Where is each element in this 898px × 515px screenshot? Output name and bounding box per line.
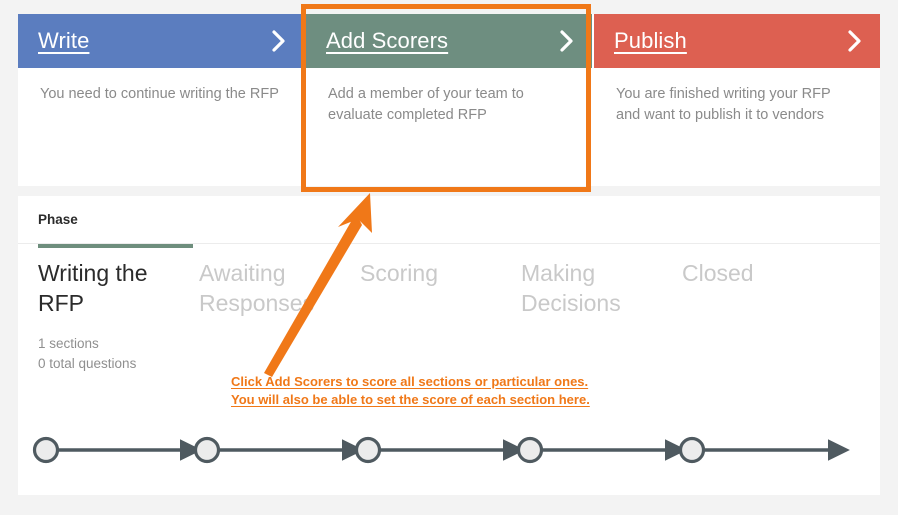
phase-tab-label: Writing the RFP	[38, 260, 148, 316]
card-title-add-scorers[interactable]: Add Scorers	[326, 28, 448, 54]
progress-node[interactable]	[516, 436, 544, 464]
action-card-write[interactable]: Write You need to continue writing the R…	[18, 14, 304, 186]
card-header-write[interactable]: Write	[18, 14, 304, 68]
card-title-write[interactable]: Write	[38, 28, 89, 54]
phase-tabs: Writing the RFP 1 sections 0 total quest…	[18, 244, 880, 374]
card-description-publish: You are finished writing your RFP and wa…	[616, 86, 831, 123]
phase-sections-count: 1 sections	[38, 336, 99, 351]
annotation-line-2: You will also be able to set the score o…	[231, 392, 590, 407]
phase-questions-count: 0 total questions	[38, 356, 137, 371]
action-card-add-scorers[interactable]: Add Scorers Add a member of your team to…	[306, 14, 592, 186]
progress-node[interactable]	[32, 436, 60, 464]
annotation-line-1: Click Add Scorers to score all sections …	[231, 374, 589, 389]
chevron-right-icon	[272, 30, 286, 52]
action-cards-strip: Write You need to continue writing the R…	[18, 14, 880, 186]
card-description-add-scorers: Add a member of your team to evaluate co…	[328, 86, 524, 123]
tab-underline	[521, 244, 676, 248]
phase-tab-meta: 1 sections 0 total questions	[38, 334, 199, 374]
phase-label: Phase	[38, 212, 78, 227]
action-card-publish[interactable]: Publish You are finished writing your RF…	[594, 14, 880, 186]
annotation-callout: Click Add Scorers to score all sections …	[231, 373, 631, 409]
card-description-write: You need to continue writing the RFP	[40, 86, 279, 102]
card-header-add-scorers[interactable]: Add Scorers	[306, 14, 592, 68]
card-header-publish[interactable]: Publish	[594, 14, 880, 68]
phase-tab-writing-the-rfp[interactable]: Writing the RFP 1 sections 0 total quest…	[38, 244, 199, 374]
phase-panel: Phase Writing the RFP 1 sections 0 total…	[18, 196, 880, 495]
progress-node[interactable]	[354, 436, 382, 464]
phase-tab-label: Closed	[682, 260, 754, 286]
phase-tab-closed[interactable]: Closed	[682, 244, 843, 374]
progress-node[interactable]	[193, 436, 221, 464]
chevron-right-icon	[848, 30, 862, 52]
phase-tab-label: Making Decisions	[521, 260, 621, 316]
tab-underline	[682, 244, 837, 248]
phase-tab-label: Scoring	[360, 260, 438, 286]
chevron-right-icon	[560, 30, 574, 52]
active-tab-underline	[38, 244, 193, 248]
progress-node[interactable]	[678, 436, 706, 464]
card-title-publish[interactable]: Publish	[614, 28, 687, 54]
phase-tab-scoring[interactable]: Scoring	[360, 244, 521, 374]
phase-section-header: Phase	[18, 196, 880, 244]
tab-underline	[199, 244, 354, 248]
tab-underline	[360, 244, 515, 248]
phase-tab-making-decisions[interactable]: Making Decisions	[521, 244, 682, 374]
phase-tab-label: Awaiting Responses	[199, 260, 315, 316]
phase-progress-track	[32, 436, 850, 464]
phase-tab-awaiting-responses[interactable]: Awaiting Responses	[199, 244, 360, 374]
